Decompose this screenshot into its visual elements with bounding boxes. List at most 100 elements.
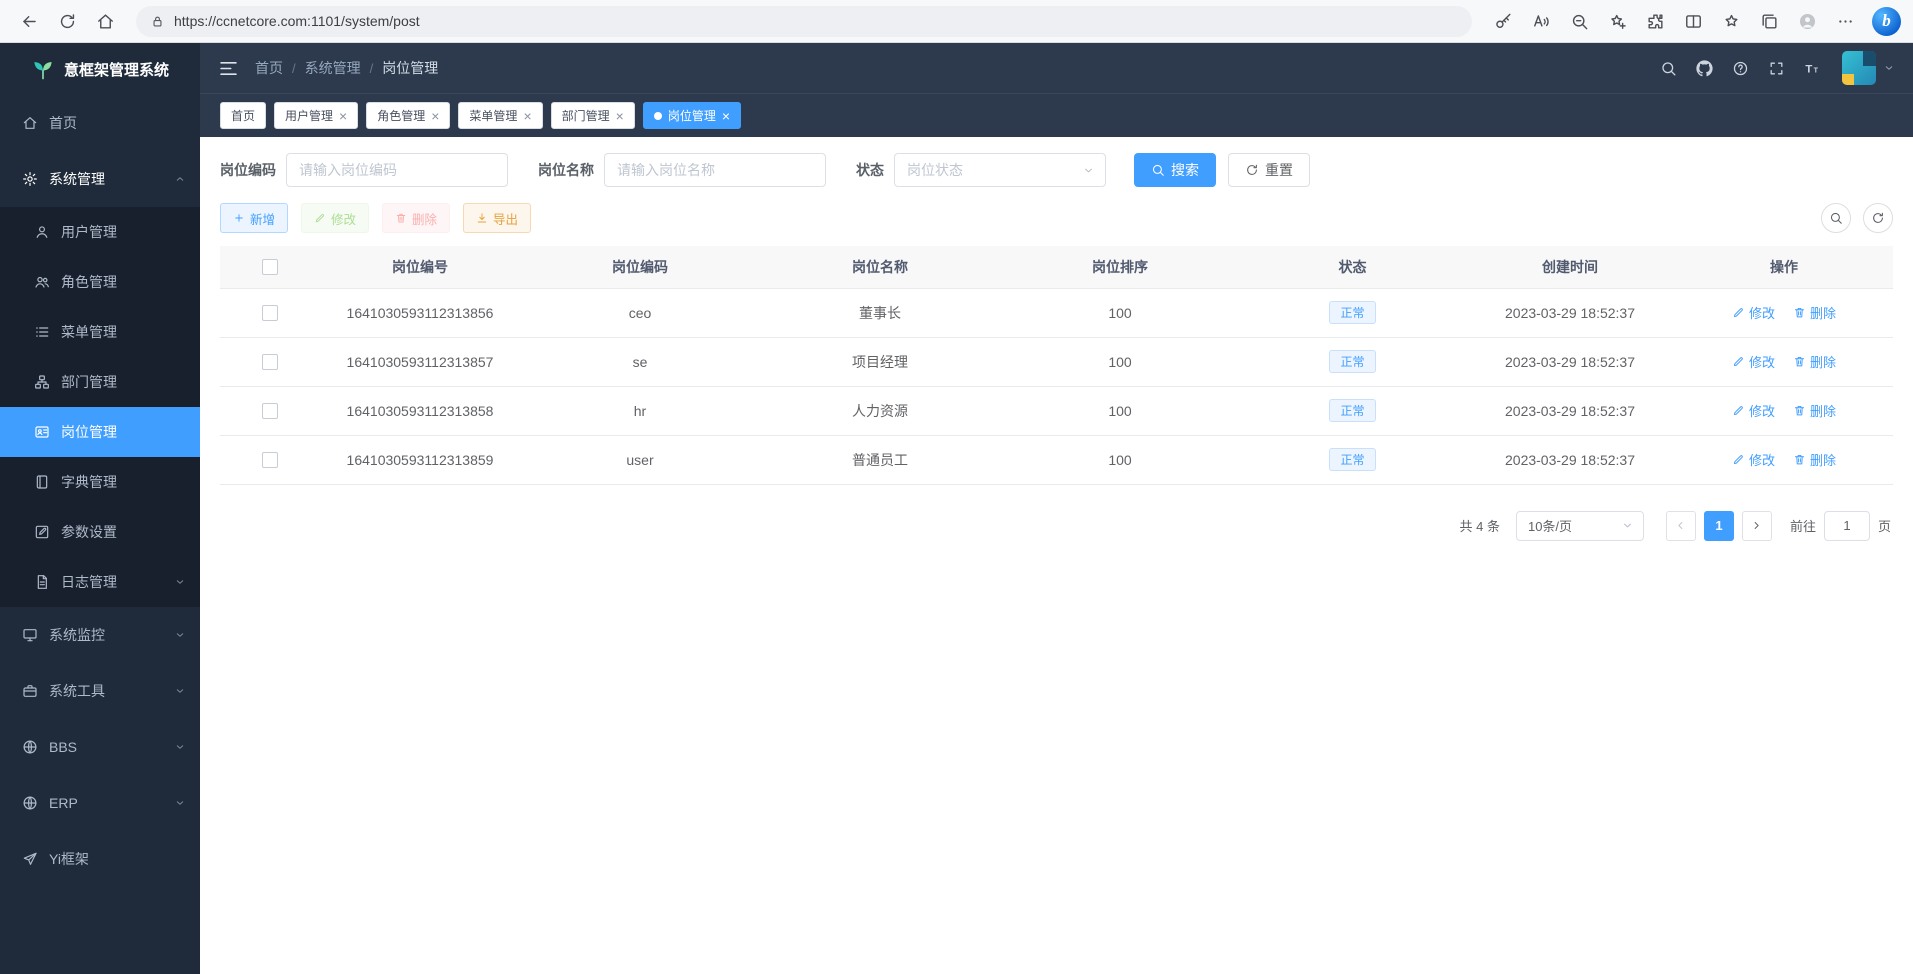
tab-user[interactable]: 用户管理× — [274, 102, 358, 129]
browser-extensions-button[interactable] — [1638, 5, 1672, 37]
row-checkbox[interactable] — [262, 305, 278, 321]
goto-page-input[interactable] — [1824, 511, 1870, 541]
sidebar-item-log[interactable]: 日志管理 — [0, 557, 200, 607]
sidebar-item-menu[interactable]: 菜单管理 — [0, 307, 200, 357]
row-edit-link[interactable]: 修改 — [1732, 352, 1775, 371]
sidebar-item-system[interactable]: 系统管理 — [0, 151, 200, 207]
delete-button[interactable]: 删除 — [382, 203, 450, 233]
favorites-bar-icon — [1722, 12, 1741, 31]
tree-icon — [34, 374, 50, 390]
badge-icon — [34, 424, 50, 440]
tab-label: 首页 — [231, 107, 255, 124]
next-page-button[interactable] — [1742, 511, 1772, 541]
table-row: 1641030593112313856ceo董事长100正常2023-03-29… — [220, 288, 1893, 337]
header-question-button[interactable] — [1724, 52, 1756, 84]
row-edit-link[interactable]: 修改 — [1732, 303, 1775, 322]
row-edit-link[interactable]: 修改 — [1732, 450, 1775, 469]
row-delete-link[interactable]: 删除 — [1793, 450, 1836, 469]
row-delete-link[interactable]: 删除 — [1793, 352, 1836, 371]
sidebar-item-monitor[interactable]: 系统监控 — [0, 607, 200, 663]
refresh-table-button[interactable] — [1863, 203, 1893, 233]
page-1-button[interactable]: 1 — [1704, 511, 1734, 541]
sidebar-item-user[interactable]: 用户管理 — [0, 207, 200, 257]
tab-dept[interactable]: 部门管理× — [551, 102, 635, 129]
prev-page-button[interactable] — [1666, 511, 1696, 541]
font-size-icon: TT — [1804, 60, 1821, 77]
browser-home-button[interactable] — [88, 5, 122, 37]
browser-favorite-add-button[interactable] — [1600, 5, 1634, 37]
header-github-button[interactable] — [1688, 52, 1720, 84]
browser-key-button[interactable] — [1486, 5, 1520, 37]
tab-role[interactable]: 角色管理× — [366, 102, 450, 129]
read-aloud-icon — [1532, 12, 1551, 31]
user-menu-caret[interactable] — [1883, 62, 1895, 74]
header-fullscreen-button[interactable] — [1760, 52, 1792, 84]
tab-home[interactable]: 首页 — [220, 102, 266, 129]
sidebar-item-role[interactable]: 角色管理 — [0, 257, 200, 307]
sidebar-item-tools[interactable]: 系统工具 — [0, 663, 200, 719]
address-bar[interactable]: https://ccnetcore.com:1101/system/post — [136, 6, 1472, 37]
row-checkbox[interactable] — [262, 403, 278, 419]
trash-icon — [1793, 453, 1806, 466]
export-button[interactable]: 导出 — [463, 203, 531, 233]
sidebar-item-post[interactable]: 岗位管理 — [0, 407, 200, 457]
app-frame: 意框架管理系统 首页系统管理用户管理角色管理菜单管理部门管理岗位管理字典管理参数… — [0, 43, 1913, 974]
row-checkbox[interactable] — [262, 354, 278, 370]
browser-more-button[interactable] — [1828, 5, 1862, 37]
close-icon[interactable]: × — [339, 109, 347, 123]
url-text: https://ccnetcore.com:1101/system/post — [174, 13, 420, 29]
search-button[interactable]: 搜索 — [1134, 153, 1216, 187]
tab-post[interactable]: 岗位管理× — [643, 102, 741, 129]
breadcrumb-item-system[interactable]: 系统管理 — [305, 58, 361, 78]
sidebar-item-home[interactable]: 首页 — [0, 95, 200, 151]
add-button[interactable]: 新增 — [220, 203, 288, 233]
post-name-input[interactable] — [604, 153, 826, 187]
close-icon[interactable]: × — [523, 109, 531, 123]
browser-zoom-out-button[interactable] — [1562, 5, 1596, 37]
app-logo[interactable]: 意框架管理系统 — [0, 43, 200, 95]
copilot-icon[interactable]: b — [1872, 7, 1901, 36]
svg-text:T: T — [1805, 63, 1812, 75]
cell-post-name: 普通员工 — [760, 435, 1000, 484]
cell-post-id: 1641030593112313856 — [320, 288, 520, 337]
user-avatar[interactable] — [1842, 51, 1876, 85]
post-code-input[interactable] — [286, 153, 508, 187]
goto-unit: 页 — [1878, 516, 1891, 535]
sidebar-item-param[interactable]: 参数设置 — [0, 507, 200, 557]
select-all-checkbox[interactable] — [262, 259, 278, 275]
close-icon[interactable]: × — [616, 109, 624, 123]
close-icon[interactable]: × — [431, 109, 439, 123]
reset-button[interactable]: 重置 — [1228, 153, 1310, 187]
browser-favorites-bar-button[interactable] — [1714, 5, 1748, 37]
row-delete-link[interactable]: 删除 — [1793, 303, 1836, 322]
browser-read-aloud-button[interactable] — [1524, 5, 1558, 37]
row-delete-link[interactable]: 删除 — [1793, 401, 1836, 420]
sidebar-item-dict[interactable]: 字典管理 — [0, 457, 200, 507]
row-edit-link[interactable]: 修改 — [1732, 401, 1775, 420]
row-checkbox[interactable] — [262, 452, 278, 468]
cell-post-code: se — [520, 337, 760, 386]
browser-back-button[interactable] — [12, 5, 46, 37]
sidebar-toggle[interactable] — [218, 58, 239, 79]
close-icon[interactable]: × — [722, 109, 730, 123]
edit-button[interactable]: 修改 — [301, 203, 369, 233]
browser-refresh-button[interactable] — [50, 5, 84, 37]
breadcrumb-item-home[interactable]: 首页 — [255, 58, 283, 78]
page-size-select[interactable]: 10条/页 — [1516, 511, 1644, 541]
search-icon — [1660, 60, 1677, 77]
browser-split-screen-button[interactable] — [1676, 5, 1710, 37]
tab-menu[interactable]: 菜单管理× — [458, 102, 542, 129]
sidebar-item-erp[interactable]: ERP — [0, 775, 200, 831]
sidebar-item-yi[interactable]: Yi框架 — [0, 831, 200, 887]
status-select[interactable]: 岗位状态 — [894, 153, 1106, 187]
sidebar-item-bbs[interactable]: BBS — [0, 719, 200, 775]
toggle-search-button[interactable] — [1821, 203, 1851, 233]
browser-collections-button[interactable] — [1752, 5, 1786, 37]
header-font-size-button[interactable]: TT — [1796, 52, 1828, 84]
header-search-button[interactable] — [1652, 52, 1684, 84]
browser-profile-button[interactable] — [1790, 5, 1824, 37]
breadcrumb-current: 岗位管理 — [382, 58, 438, 78]
sidebar-item-dept[interactable]: 部门管理 — [0, 357, 200, 407]
cell-post-id: 1641030593112313857 — [320, 337, 520, 386]
trash-icon — [1793, 355, 1806, 368]
